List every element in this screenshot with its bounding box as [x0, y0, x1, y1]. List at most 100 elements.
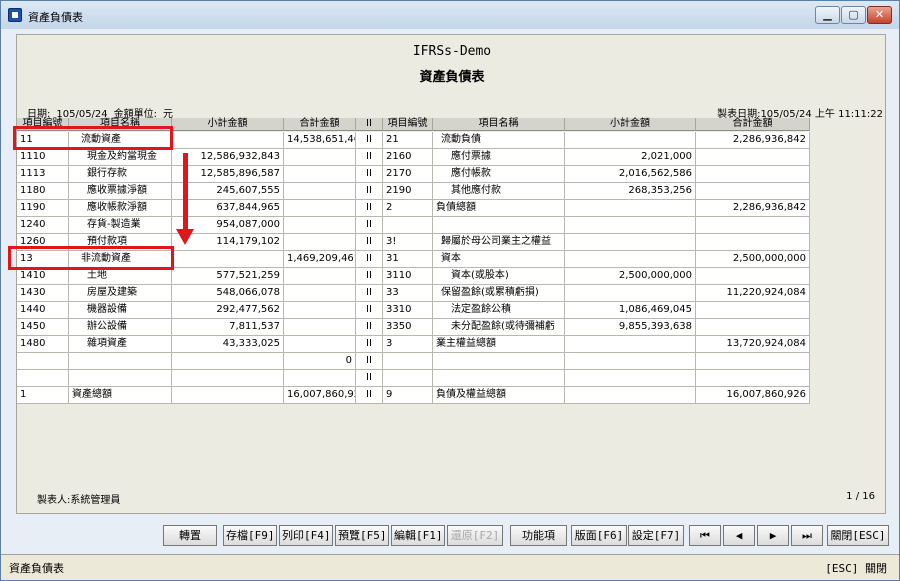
table-row: 1430 房屋及建築 548,066,078 II 33 保留盈餘(或累積虧損) 11,22…	[17, 285, 810, 302]
table-cell: II	[356, 285, 383, 302]
table-cell: 資產總額	[69, 387, 172, 404]
table-cell: 2	[383, 200, 433, 217]
table-row: 1480 雜項資產 43,333,025 II 3 業主權益總額 13,720,924,08…	[17, 336, 810, 353]
close-window-button[interactable]: ✕	[867, 6, 892, 24]
table-cell: 1113	[17, 166, 69, 183]
table-cell: II	[356, 387, 383, 404]
table-cell	[696, 217, 810, 234]
table-cell	[17, 353, 69, 370]
edit-button[interactable]: 編輯[F1]	[391, 525, 445, 546]
table-cell	[172, 251, 284, 268]
table-cell	[565, 285, 696, 302]
table-cell: 16,007,860,926	[696, 387, 810, 404]
table-cell	[284, 336, 356, 353]
table-cell: 3	[383, 336, 433, 353]
table-cell: 負債及權益總額	[433, 387, 565, 404]
table-cell: 1	[17, 387, 69, 404]
table-cell: II	[356, 370, 383, 387]
table-cell: 保留盈餘(或累積虧損)	[433, 285, 565, 302]
table-cell: 2,500,000,000	[696, 251, 810, 268]
table-row: 1113 銀行存款 12,585,896,587 II 2170 應付帳款 2,016,56…	[17, 166, 810, 183]
next-page-icon[interactable]: ▶	[757, 525, 789, 546]
table-cell: 未分配盈餘(或待彌補虧	[433, 319, 565, 336]
table-cell: 13,720,924,084	[696, 336, 810, 353]
table-cell: 7,811,537	[172, 319, 284, 336]
table-row: 1450 辦公設備 7,811,537 II 3350 未分配盈餘(或待彌補虧 9,855,…	[17, 319, 810, 336]
table-cell	[383, 353, 433, 370]
report-maker: 製表人:系統管理員	[37, 495, 121, 506]
table-cell	[696, 234, 810, 251]
table-cell	[284, 166, 356, 183]
table-cell: 土地	[69, 268, 172, 285]
table-cell: 房屋及建築	[69, 285, 172, 302]
table-cell: 0	[284, 353, 356, 370]
table-cell: II	[356, 268, 383, 285]
table-row: 1190 應收帳款淨額 637,844,965 II 2 負債總額 2,286,936,84…	[17, 200, 810, 217]
table-row: 0 II	[17, 353, 810, 370]
save-button[interactable]: 存檔[F9]	[223, 525, 277, 546]
table-cell: II	[356, 319, 383, 336]
app-icon	[8, 8, 22, 22]
table-cell: 33	[383, 285, 433, 302]
table-cell: 歸屬於母公司業主之權益	[433, 234, 565, 251]
table-cell	[284, 149, 356, 166]
table-cell: II	[356, 217, 383, 234]
table-cell: 268,353,256	[565, 183, 696, 200]
prev-page-icon[interactable]: ◀	[723, 525, 755, 546]
table-cell: II	[356, 166, 383, 183]
table-cell	[565, 132, 696, 149]
table-cell	[696, 353, 810, 370]
transpose-button[interactable]: 轉置	[163, 525, 217, 546]
settings-button[interactable]: 設定[F7]	[628, 525, 684, 546]
highlight-current-assets	[13, 126, 173, 150]
table-cell	[383, 370, 433, 387]
table-cell	[433, 370, 565, 387]
hdr-subtotal-left: 小計金額	[172, 118, 284, 131]
table-cell: 雜項資產	[69, 336, 172, 353]
last-page-icon[interactable]: ⏭	[791, 525, 823, 546]
table-cell: 9,855,393,638	[565, 319, 696, 336]
table-cell	[284, 302, 356, 319]
hdr-total-right: 合計金額	[696, 118, 810, 131]
maximize-button[interactable]: ▢	[841, 6, 866, 24]
table-cell: 548,066,078	[172, 285, 284, 302]
table-cell	[565, 353, 696, 370]
status-bar: 資產負債表 [ESC] 關閉	[1, 554, 899, 580]
table-cell	[383, 217, 433, 234]
minimize-button[interactable]: ▁	[815, 6, 840, 24]
table-cell	[696, 319, 810, 336]
table-cell	[565, 336, 696, 353]
print-button[interactable]: 列印[F4]	[279, 525, 333, 546]
restore-button[interactable]: 還原[F2]	[447, 525, 503, 546]
functions-button[interactable]: 功能項	[510, 525, 567, 546]
table-cell: 11,220,924,084	[696, 285, 810, 302]
table-row: 1410 土地 577,521,259 II 3110 資本(或股本) 2,500,000,…	[17, 268, 810, 285]
table-cell: 16,007,860,926	[284, 387, 356, 404]
close-button[interactable]: 關閉[ESC]	[827, 525, 889, 546]
preview-button[interactable]: 預覽[F5]	[335, 525, 389, 546]
table-cell	[284, 268, 356, 285]
table-cell: 流動負債	[433, 132, 565, 149]
table-cell	[696, 183, 810, 200]
status-shortcut: [ESC] 關閉	[825, 562, 887, 575]
first-page-icon[interactable]: ⏮	[689, 525, 721, 546]
title-bar: 資產負債表 ▁ ▢ ✕	[1, 1, 899, 29]
layout-button[interactable]: 版面[F6]	[571, 525, 627, 546]
hdr-total-left: 合計金額	[284, 118, 356, 131]
hdr-code-right: 項目編號	[383, 118, 433, 131]
window-title: 資產負債表	[28, 11, 83, 24]
table-cell	[172, 353, 284, 370]
table-cell	[696, 302, 810, 319]
hdr-subtotal-right: 小計金額	[565, 118, 696, 131]
table-cell: 3310	[383, 302, 433, 319]
table-cell	[284, 370, 356, 387]
table-cell: 9	[383, 387, 433, 404]
table-cell	[284, 319, 356, 336]
table-cell: 3110	[383, 268, 433, 285]
table-row: 1資產總額16,007,860,926II9負債及權益總額16,007,860,…	[17, 387, 810, 404]
table-cell: 法定盈餘公積	[433, 302, 565, 319]
table-cell	[565, 217, 696, 234]
table-cell	[172, 387, 284, 404]
table-cell: II	[356, 149, 383, 166]
highlight-noncurrent-assets	[8, 246, 174, 270]
